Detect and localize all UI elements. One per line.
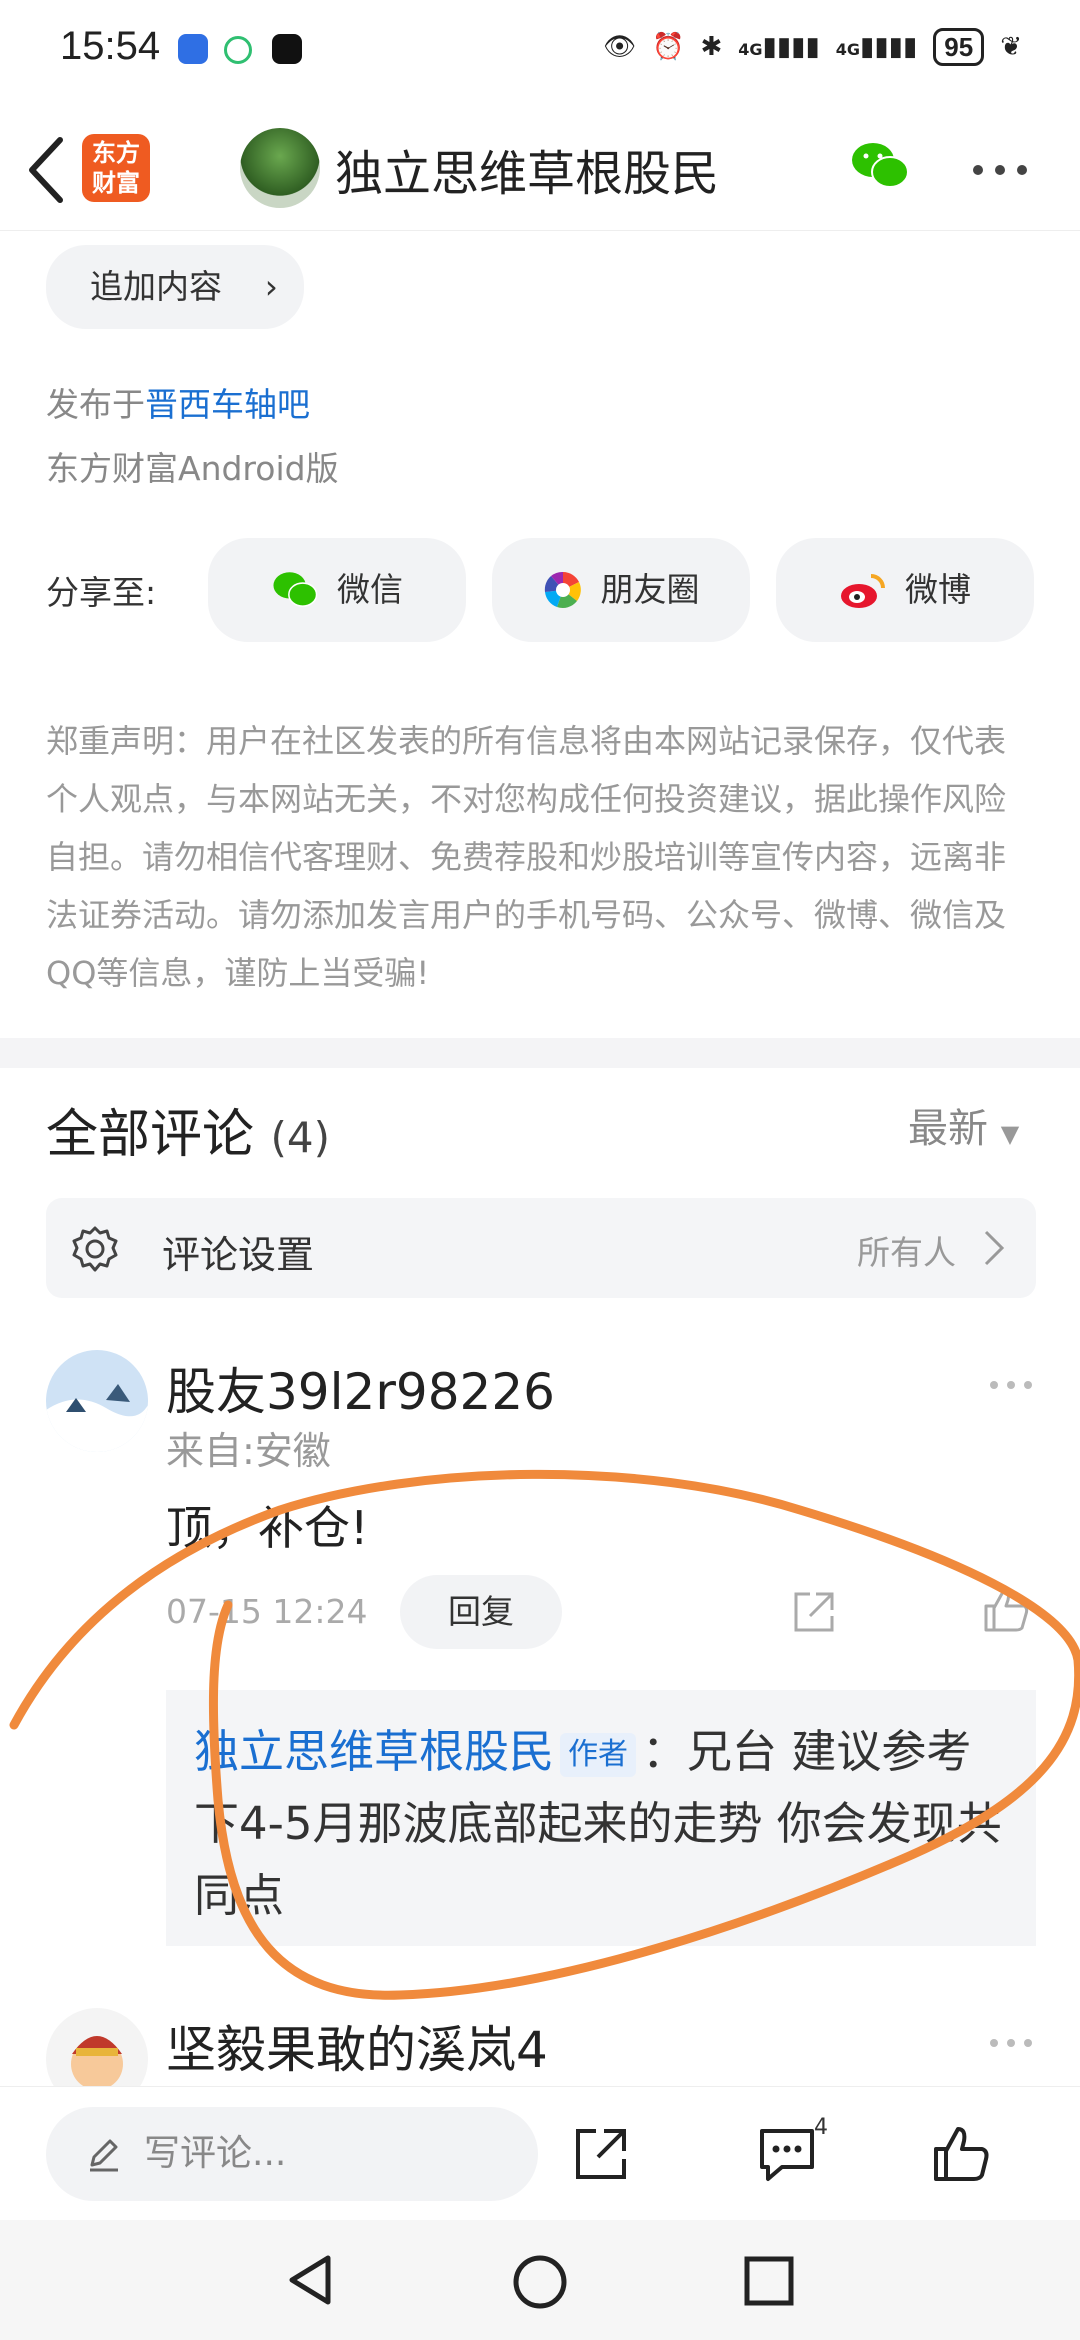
leaf-icon: ❦ [1000, 32, 1022, 62]
back-arrow-icon[interactable] [20, 130, 80, 210]
status-right: 👁 ⏰ ✱ 4G▮▮▮▮ 4G▮▮▮▮ 95 ❦ [603, 28, 1022, 66]
like-icon[interactable] [930, 2123, 992, 2185]
author-reply: 独立思维草根股民 作者 ：兄台 建议参考下4-5月那波底部起来的走势 你会发现共同点 [166, 1690, 1036, 1946]
author-badge: 作者 [560, 1733, 637, 1777]
disclaimer-notice: 郑重声明：用户在社区发表的所有信息将由本网站记录保存，仅代表个人观点，与本网站无… [46, 722, 1007, 992]
comment-time: 07-15 12:24 [166, 1592, 368, 1631]
published-prefix: 发布于 [46, 385, 145, 424]
signal-icon-2: 4G▮▮▮▮ [835, 32, 918, 62]
comment-settings-value: 所有人 [857, 1233, 956, 1272]
wechat-icon[interactable] [850, 140, 910, 192]
comments-title-text: 全部评论 [46, 1105, 255, 1165]
eye-icon: 👁 [603, 32, 637, 62]
wechat-icon [273, 572, 318, 607]
commenter-avatar[interactable] [46, 1350, 148, 1452]
comments-title: 全部评论 (4) [46, 1092, 330, 1167]
comments-count: (4) [270, 1113, 331, 1162]
write-comment-placeholder: 写评论... [144, 2133, 287, 2174]
battery-indicator: 95 [933, 28, 985, 66]
commenter-name[interactable]: 股友39l2r98226 [166, 1352, 555, 1424]
share-wechat-label: 微信 [337, 570, 403, 609]
comment-settings-label: 评论设置 [162, 1233, 315, 1277]
weibo-icon [841, 574, 885, 608]
moments-icon [544, 571, 581, 608]
comment-icon[interactable] [756, 2125, 818, 2185]
system-nav-bar [0, 2220, 1080, 2340]
add-content-button[interactable]: 追加内容 › [46, 245, 304, 329]
nav-home-icon[interactable] [510, 2252, 570, 2312]
section-divider [0, 1038, 1080, 1068]
status-time: 15:54 [60, 24, 161, 68]
caret-down-icon: ▼ [1000, 1120, 1020, 1148]
bar-link[interactable]: 晋西车轴吧 [145, 385, 310, 424]
share-weibo-label: 微博 [905, 570, 971, 609]
like-icon[interactable] [980, 1584, 1032, 1636]
share-moments-button[interactable]: 朋友圈 [492, 538, 750, 642]
gear-icon [72, 1226, 118, 1272]
status-bar: 15:54 👁 ⏰ ✱ 4G▮▮▮▮ 4G▮▮▮▮ 95 ❦ [0, 0, 1080, 100]
reply-button[interactable]: 回复 [400, 1575, 562, 1649]
bluetooth-icon: ✱ [700, 32, 723, 62]
pencil-icon [90, 2139, 118, 2172]
share-icon[interactable] [790, 1588, 838, 1636]
tiktok-icon [272, 34, 302, 64]
page-title[interactable]: 独立思维草根股民 [335, 134, 719, 204]
sort-label: 最新 [908, 1106, 988, 1152]
published-in: 发布于晋西车轴吧 [46, 378, 310, 426]
share-icon[interactable] [572, 2125, 630, 2183]
comment-settings-row[interactable]: 评论设置 所有人 [46, 1198, 1036, 1298]
more-options-icon[interactable] [970, 162, 1030, 178]
sort-dropdown[interactable]: 最新 ▼ [908, 1096, 1019, 1154]
chevron-right-icon [984, 1230, 1005, 1266]
share-wechat-button[interactable]: 微信 [208, 538, 466, 642]
comment-count-badge: 4 [814, 2115, 828, 2140]
comment-more-icon[interactable] [988, 1378, 1034, 1392]
share-label: 分享至: [46, 573, 157, 612]
commenter-name-2[interactable]: 坚毅果敢的溪岚4 [166, 2010, 548, 2082]
commenter-location: 来自:安徽 [166, 1429, 331, 1473]
hand-drawn-circle-annotation [9, 1469, 1080, 2000]
comment-more-icon-2[interactable] [988, 2036, 1034, 2050]
nav-recents-icon[interactable] [742, 2254, 796, 2308]
app-header: 东方 财富 独立思维草根股民 [0, 110, 1080, 231]
green-app-icon [224, 36, 252, 64]
comment-content: 顶，补仓! [166, 1501, 369, 1555]
chevron-right-icon: › [264, 267, 278, 306]
client-info: 东方财富Android版 [46, 449, 339, 488]
voice-app-icon [178, 34, 208, 64]
nav-back-icon[interactable] [282, 2252, 338, 2308]
reply-author-name[interactable]: 独立思维草根股民 [194, 1725, 554, 1778]
eastmoney-logo[interactable]: 东方 财富 [82, 134, 150, 202]
bottom-action-bar: 写评论... 4 [0, 2086, 1080, 2221]
share-moments-label: 朋友圈 [600, 570, 700, 609]
add-content-label: 追加内容 [90, 267, 222, 306]
alarm-icon: ⏰ [652, 32, 685, 62]
share-weibo-button[interactable]: 微博 [776, 538, 1034, 642]
signal-icon: 4G▮▮▮▮ [738, 32, 820, 62]
author-avatar[interactable] [240, 128, 320, 208]
